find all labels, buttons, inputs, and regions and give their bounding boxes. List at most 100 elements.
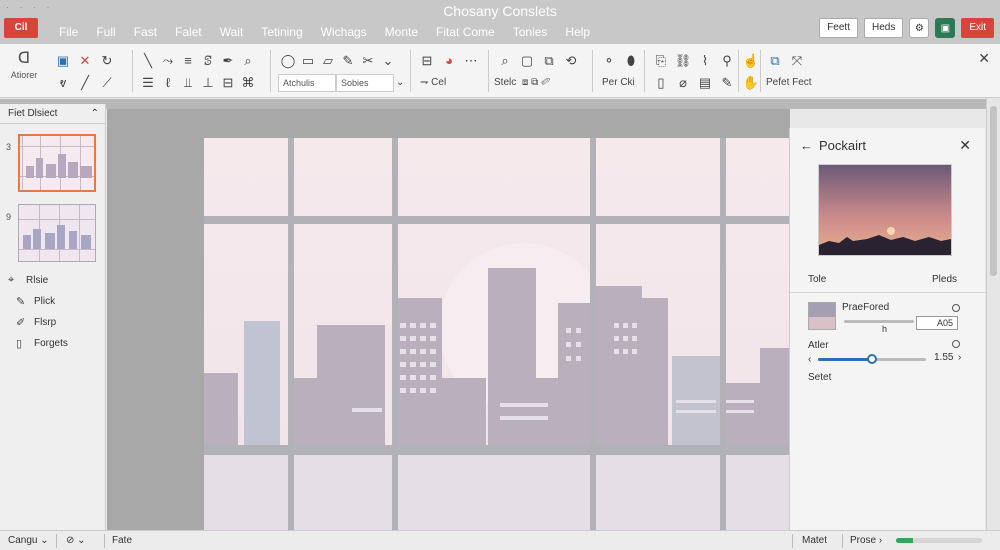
duplicate-icon[interactable]: ⧉ bbox=[531, 77, 541, 88]
redo-icon[interactable]: ↻ bbox=[96, 50, 118, 72]
menu-item[interactable]: Wichags bbox=[312, 24, 376, 40]
status-language[interactable]: Cangu ⌄ bbox=[8, 531, 49, 550]
row1-radio[interactable] bbox=[952, 304, 960, 312]
tool-item[interactable]: ⌖ Rlsie bbox=[8, 270, 68, 291]
row2-slider[interactable] bbox=[818, 354, 926, 364]
more-icon[interactable]: ⋯ bbox=[460, 50, 482, 72]
magic-icon[interactable]: ⌘ bbox=[238, 72, 258, 94]
merge-icon[interactable]: ⬮ bbox=[620, 50, 642, 72]
parallelogram-icon[interactable]: ▱ bbox=[318, 50, 338, 72]
exit-button[interactable]: Exit bbox=[961, 18, 994, 38]
menu-item[interactable]: Falet bbox=[166, 24, 211, 40]
delete-icon[interactable]: ✕ bbox=[74, 50, 96, 72]
anchor-icon[interactable]: ⫫ bbox=[178, 72, 198, 94]
tape-icon[interactable]: ⌀ bbox=[672, 72, 694, 94]
zoom-progress-bar[interactable] bbox=[896, 538, 982, 543]
menu-item[interactable]: Tetining bbox=[252, 24, 311, 40]
tab-tole[interactable]: Tole bbox=[808, 274, 826, 285]
collapse-icon[interactable]: ⌃ bbox=[91, 104, 99, 124]
status-matet[interactable]: Matet bbox=[802, 531, 827, 550]
page-icon[interactable]: ▯ bbox=[650, 72, 672, 94]
arrange-tool[interactable]: ᗡ Atiorer bbox=[6, 48, 42, 80]
app-menu-button[interactable]: Cil bbox=[4, 18, 38, 38]
row2-radio[interactable] bbox=[952, 340, 960, 348]
row2-slider-thumb[interactable] bbox=[867, 354, 877, 364]
lock-icon[interactable]: ⊥ bbox=[198, 72, 218, 94]
menu-item[interactable]: Full bbox=[87, 24, 124, 40]
scissors-icon[interactable]: ✂ bbox=[358, 50, 378, 72]
size-field[interactable]: Sobies bbox=[336, 74, 394, 92]
status-prose[interactable]: Prose › bbox=[850, 531, 882, 550]
chain-icon[interactable]: ⛓ bbox=[672, 50, 694, 72]
pencil-icon[interactable]: ✎ bbox=[338, 50, 358, 72]
zoom-icon[interactable]: ⌕ bbox=[238, 50, 258, 72]
ellipse-icon[interactable]: ◯ bbox=[278, 50, 298, 72]
size-dropdown-icon[interactable]: ⌄ bbox=[396, 74, 404, 92]
menu-item[interactable]: Monte bbox=[376, 24, 427, 40]
row1-slider[interactable] bbox=[844, 320, 914, 323]
settings-icon[interactable]: ⚙ bbox=[909, 18, 930, 38]
grab-icon[interactable]: ✋ bbox=[740, 72, 762, 94]
close-icon[interactable]: ✕ bbox=[959, 137, 971, 154]
tag-icon[interactable]: ⊟ bbox=[218, 72, 238, 94]
row2-increment-icon[interactable]: › bbox=[958, 352, 961, 363]
menu-item[interactable]: Fast bbox=[125, 24, 166, 40]
lasso-icon[interactable]: ⟲ bbox=[560, 50, 582, 72]
edit-icon[interactable]: ✎ bbox=[716, 72, 738, 94]
share-icon[interactable]: ▣ bbox=[935, 18, 956, 38]
brush-icon[interactable]: ⱴ bbox=[52, 72, 74, 94]
slide-thumbnail[interactable] bbox=[18, 134, 96, 192]
menu-item[interactable]: File bbox=[50, 24, 87, 40]
line-icon[interactable]: ╱ bbox=[74, 72, 96, 94]
save-icon[interactable]: ▣ bbox=[52, 50, 74, 72]
scrollbar-thumb[interactable] bbox=[990, 106, 997, 276]
feett-button[interactable]: Feett bbox=[819, 18, 858, 38]
status-fate[interactable]: Fate bbox=[112, 531, 132, 550]
pen-icon[interactable]: ✒ bbox=[218, 50, 238, 72]
vertical-scrollbar[interactable] bbox=[986, 98, 1000, 530]
close-ribbon-icon[interactable]: ✕ bbox=[978, 50, 990, 67]
slash-icon[interactable]: ⟋ bbox=[96, 72, 118, 94]
rectangle-icon[interactable]: ▭ bbox=[298, 50, 318, 72]
menu-item[interactable]: Help bbox=[556, 24, 599, 40]
status-tools[interactable]: ⊘ ⌄ bbox=[66, 531, 86, 550]
slide-canvas[interactable] bbox=[204, 138, 790, 530]
note-icon[interactable]: ▤ bbox=[694, 72, 716, 94]
menu-item[interactable]: Tonies bbox=[504, 24, 557, 40]
pointer-icon[interactable]: ☝ bbox=[740, 50, 762, 72]
pie-icon[interactable]: ◕ bbox=[438, 50, 460, 72]
tool-item[interactable]: ✐ Flsrp bbox=[8, 312, 68, 333]
crop-icon[interactable]: ⧈ bbox=[522, 77, 531, 88]
back-arrow-icon[interactable]: ← bbox=[800, 138, 813, 153]
link-icon[interactable]: ℓ bbox=[158, 72, 178, 94]
row2-decrement-icon[interactable]: ‹ bbox=[808, 354, 811, 365]
stroke-icon[interactable]: ╲ bbox=[138, 50, 158, 72]
chevron-down-icon[interactable]: ⌄ bbox=[378, 50, 398, 72]
menu-item[interactable]: Wait bbox=[211, 24, 253, 40]
tool-item[interactable]: ✎ Plick bbox=[8, 291, 68, 312]
lines-icon[interactable]: ≡ bbox=[178, 50, 198, 72]
clip-icon[interactable]: ⚲ bbox=[716, 50, 738, 72]
document-icon[interactable]: ⎘ bbox=[650, 50, 672, 72]
row1-value-input[interactable]: A05 bbox=[916, 316, 958, 330]
node-icon[interactable]: ⚬ bbox=[598, 50, 620, 72]
search-icon[interactable]: ⌕ bbox=[494, 50, 516, 72]
image-preview[interactable] bbox=[818, 164, 952, 256]
transform-icon[interactable]: ⤧ bbox=[786, 50, 808, 72]
curve-icon[interactable]: ⤳ bbox=[158, 50, 178, 72]
align-icon[interactable]: ☰ bbox=[138, 72, 158, 94]
table-icon[interactable]: ⊟ bbox=[416, 50, 438, 72]
layers-icon[interactable]: ⧉ bbox=[764, 50, 786, 72]
frame-icon[interactable]: ▢ bbox=[516, 50, 538, 72]
copy-icon[interactable]: ⧉ bbox=[538, 50, 560, 72]
text-path-icon[interactable]: ꕷ bbox=[198, 50, 218, 72]
attach-icon[interactable]: ⌇ bbox=[694, 50, 716, 72]
heds-button[interactable]: Heds bbox=[863, 18, 904, 38]
menu-item[interactable]: Fitat Come bbox=[427, 24, 504, 40]
font-field[interactable]: Atchulis bbox=[278, 74, 336, 92]
tab-pleds[interactable]: Pleds bbox=[932, 274, 957, 285]
wand-icon[interactable]: ✐ bbox=[541, 77, 550, 88]
layer-thumbnail[interactable] bbox=[808, 302, 836, 330]
slide-thumbnail[interactable] bbox=[18, 204, 96, 262]
tool-item[interactable]: ▯ Forgets bbox=[8, 333, 68, 354]
